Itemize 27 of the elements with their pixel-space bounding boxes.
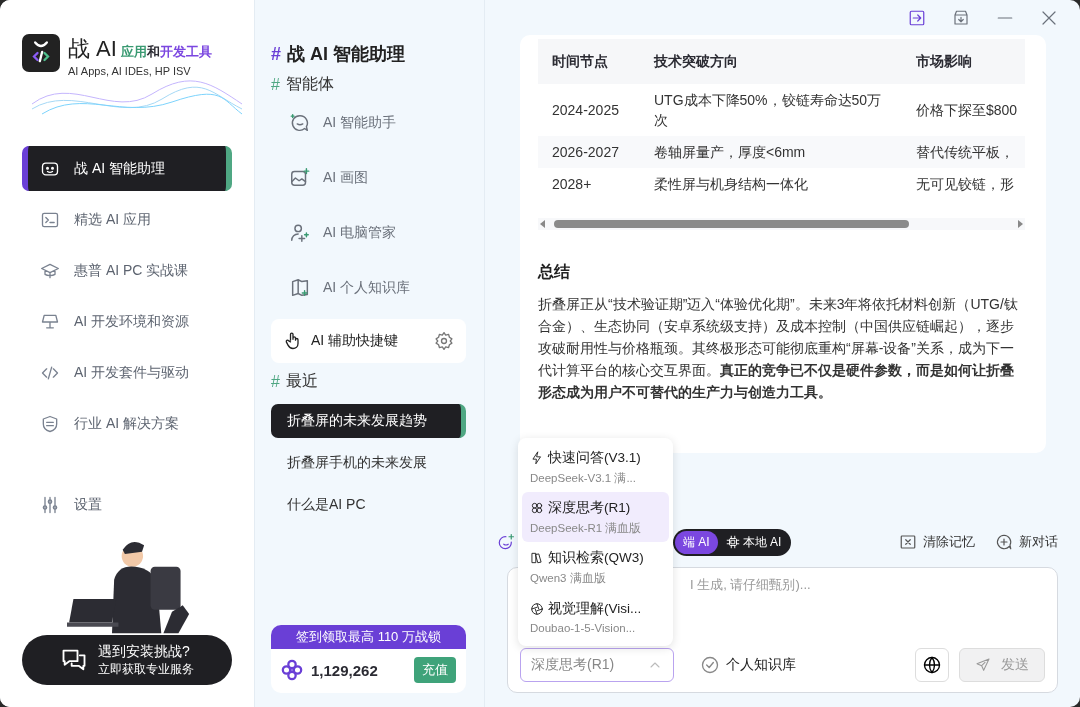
section-heading: 最近 bbox=[285, 371, 318, 391]
hash-mark: # bbox=[271, 75, 280, 94]
table-cell: 价格下探至$800 bbox=[916, 102, 1018, 118]
table-cell: 2026-2027 bbox=[552, 144, 619, 160]
table-header: 市场影响 bbox=[902, 39, 1025, 84]
table-cell: 无可见铰链，形 bbox=[916, 176, 1014, 192]
summary-heading: 总结 bbox=[538, 262, 571, 282]
table-cell: 柔性屏与机身结构一体化 bbox=[654, 176, 808, 192]
hash-mark: # bbox=[271, 372, 280, 391]
summary-paragraph: 折叠屏正从“技术验证期”迈入“体验优化期”。未来3年将依托材料创新（UTG/钛合金）、生态协同（安卓系统级支持）及成本控制（中国供应链崛起），逐步攻破耐用性与价格瓶颈。其终极形态可能彻底重构“屏幕-设备”关系，成为下一代计算平台的核心交互界面。真正的竞争已不仅是硬件参数，而是如何让折叠形态成为用户不可替代的生产力与创造力工具。 bbox=[538, 295, 1019, 402]
table-header: 时间节点 bbox=[538, 39, 640, 84]
table-cell: UTG成本下降50%，铰链寿命达50万次 bbox=[654, 92, 882, 128]
shortcut-label: AI 辅助快捷键 bbox=[311, 332, 400, 350]
logo-title: 战 AI bbox=[68, 35, 117, 63]
hash-mark: # bbox=[271, 43, 281, 65]
table-cell: 2028+ bbox=[552, 176, 592, 192]
table-header: 技术突破方向 bbox=[640, 39, 902, 84]
points-value: 1,129,262 bbox=[311, 661, 379, 679]
table-cell: 替代传统平板， bbox=[916, 144, 1014, 160]
table-cell: 2024-2025 bbox=[552, 102, 619, 118]
section-heading: 智能体 bbox=[285, 74, 334, 94]
logo-subtitle: 应用和开发工具 bbox=[120, 43, 212, 61]
support-title: 遇到安装挑战? bbox=[98, 642, 191, 661]
panel-title: 战 AI 智能助理 bbox=[287, 43, 406, 66]
table-cell: 卷轴屏量产，厚度<6mm bbox=[654, 144, 806, 160]
support-subtitle: 立即获取专业服务 bbox=[98, 660, 194, 678]
logo-tagline: AI Apps, AI IDEs, HP ISV bbox=[68, 65, 192, 77]
